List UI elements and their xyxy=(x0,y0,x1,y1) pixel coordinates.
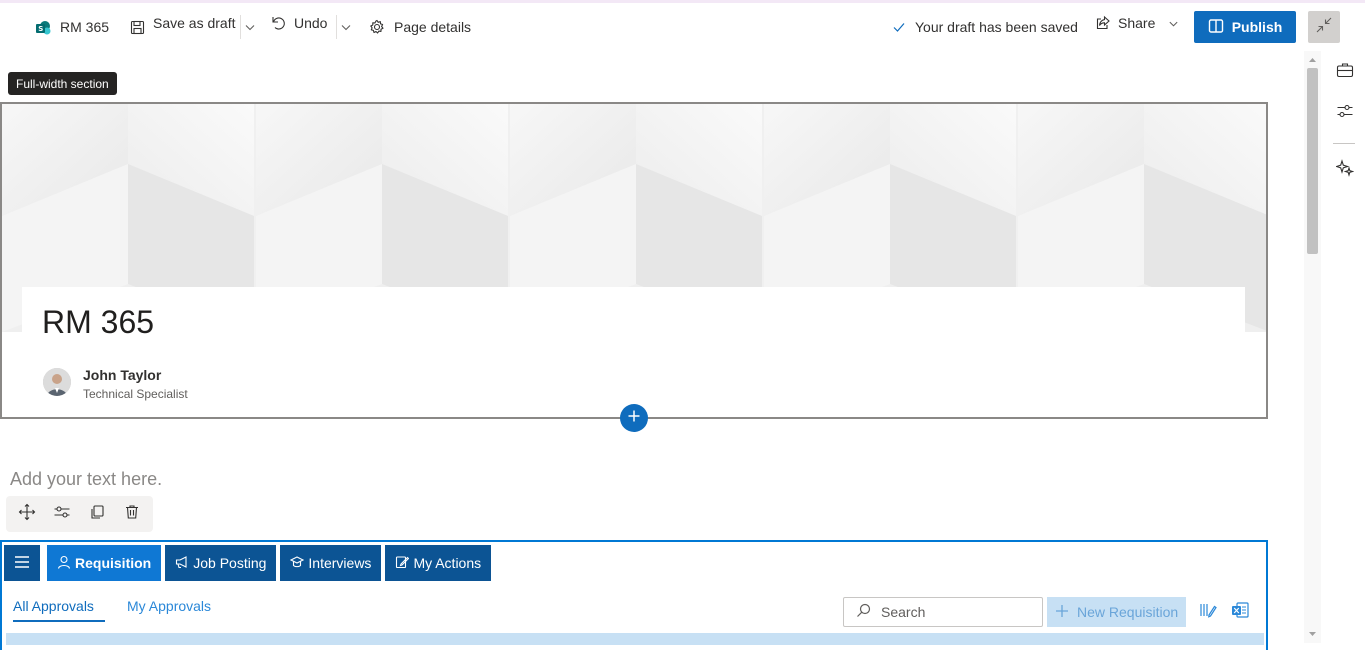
sharepoint-icon: S xyxy=(36,20,51,35)
collapse-toolbox-button[interactable] xyxy=(1308,11,1340,43)
edit-properties-button[interactable] xyxy=(48,500,76,528)
section-tooltip-text: Full-width section xyxy=(16,76,109,91)
right-toolbox-rail xyxy=(1324,51,1365,643)
tab-my-actions-label: My Actions xyxy=(413,555,482,571)
column-settings-button[interactable] xyxy=(1197,601,1219,623)
page-details-button[interactable]: Page details xyxy=(369,3,471,51)
edit-note-icon xyxy=(395,555,410,572)
rm365-webpart: Requisition Job Posting Interviews My Ac… xyxy=(0,540,1268,650)
site-name: RM 365 xyxy=(60,19,110,35)
divider xyxy=(336,15,337,39)
chevron-down-icon xyxy=(244,21,256,33)
duplicate-button[interactable] xyxy=(83,500,111,528)
command-bar: S RM 365 Save as draft Undo Page details… xyxy=(0,3,1365,51)
copy-icon xyxy=(89,504,105,525)
chevron-down-icon xyxy=(1168,18,1179,29)
share-icon xyxy=(1095,15,1111,31)
undo-button[interactable]: Undo xyxy=(270,3,327,51)
hamburger-icon xyxy=(14,555,30,572)
subtab-all-approvals[interactable]: All Approvals xyxy=(13,598,94,614)
main-tabs: Requisition Job Posting Interviews My Ac… xyxy=(4,545,492,581)
gear-icon xyxy=(369,19,385,35)
subtab-my-approvals[interactable]: My Approvals xyxy=(127,598,211,614)
author-name: John Taylor xyxy=(83,367,162,383)
add-section-button[interactable] xyxy=(620,404,648,432)
scrollbar-thumb[interactable] xyxy=(1307,68,1318,254)
properties-button[interactable] xyxy=(1335,103,1355,123)
page-details-label: Page details xyxy=(394,19,472,35)
tab-requisition[interactable]: Requisition xyxy=(47,545,162,581)
megaphone-icon xyxy=(175,555,189,572)
tab-requisition-label: Requisition xyxy=(75,555,152,571)
undo-options-dropdown[interactable] xyxy=(340,3,352,51)
tab-interviews-label: Interviews xyxy=(308,555,372,571)
interview-icon xyxy=(290,555,305,572)
export-excel-button[interactable] xyxy=(1229,601,1251,623)
page-title[interactable]: RM 365 xyxy=(42,304,154,341)
section-tooltip: Full-width section xyxy=(8,72,117,95)
undo-icon xyxy=(270,15,286,31)
divider xyxy=(1333,143,1355,144)
site-home-link[interactable]: S RM 365 xyxy=(36,3,109,51)
tab-job-posting[interactable]: Job Posting xyxy=(165,545,277,581)
settings-sliders-icon xyxy=(1336,102,1354,125)
person-icon xyxy=(57,555,71,572)
divider xyxy=(240,15,241,39)
trash-icon xyxy=(124,504,140,525)
settings-sliders-icon xyxy=(53,503,71,526)
checkmark-icon xyxy=(892,20,906,34)
webpart-toolbar xyxy=(6,496,153,532)
active-subtab-indicator xyxy=(13,620,105,622)
move-button[interactable] xyxy=(13,500,41,528)
search-input[interactable]: Search xyxy=(843,597,1043,627)
undo-label: Undo xyxy=(294,15,328,31)
plus-icon xyxy=(1055,604,1069,621)
share-button[interactable]: Share xyxy=(1095,3,1179,51)
svg-text:S: S xyxy=(38,25,43,33)
column-edit-icon xyxy=(1199,601,1217,624)
share-label: Share xyxy=(1118,15,1156,31)
toolbox-button[interactable] xyxy=(1335,62,1355,82)
tab-interviews[interactable]: Interviews xyxy=(280,545,382,581)
publish-icon xyxy=(1208,18,1224,37)
new-requisition-label: New Requisition xyxy=(1077,604,1179,620)
collapse-arrows-icon xyxy=(1315,16,1333,39)
save-status-text: Your draft has been saved xyxy=(915,19,1078,35)
sparkle-icon xyxy=(1334,158,1355,182)
new-requisition-button[interactable]: New Requisition xyxy=(1047,597,1186,627)
full-width-section[interactable] xyxy=(0,102,1268,419)
chevron-down-icon xyxy=(340,21,352,33)
search-icon xyxy=(856,603,871,621)
delete-button[interactable] xyxy=(118,500,146,528)
design-ideas-button[interactable] xyxy=(1334,158,1355,182)
author-role: Technical Specialist xyxy=(83,387,188,401)
publish-label: Publish xyxy=(1231,19,1283,35)
save-as-draft-button[interactable]: Save as draft xyxy=(130,3,236,51)
excel-icon xyxy=(1231,601,1249,624)
save-as-draft-label: Save as draft xyxy=(153,15,236,31)
save-status: Your draft has been saved xyxy=(892,3,1078,51)
save-icon xyxy=(130,20,145,35)
tab-job-posting-label: Job Posting xyxy=(193,555,267,571)
avatar xyxy=(43,368,71,396)
search-placeholder: Search xyxy=(881,604,926,620)
tab-my-actions[interactable]: My Actions xyxy=(385,545,492,581)
text-webpart-placeholder[interactable]: Add your text here. xyxy=(10,469,162,490)
plus-icon xyxy=(627,409,641,428)
briefcase-icon xyxy=(1336,61,1354,84)
title-background xyxy=(22,287,1245,347)
menu-button[interactable] xyxy=(4,545,40,581)
table-header xyxy=(6,633,1264,645)
move-icon xyxy=(18,503,36,526)
save-options-dropdown[interactable] xyxy=(244,3,256,51)
publish-button[interactable]: Publish xyxy=(1194,11,1296,43)
